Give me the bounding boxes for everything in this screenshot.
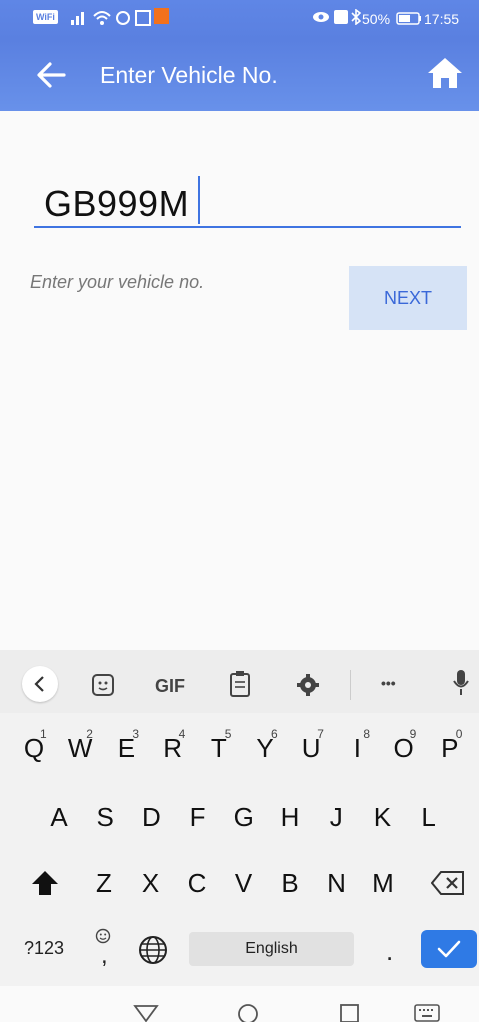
battery-percent: 50% bbox=[362, 11, 391, 27]
key-f[interactable]: F bbox=[178, 802, 218, 833]
key-b[interactable]: B bbox=[270, 868, 310, 899]
input-hint: Enter your vehicle no. bbox=[30, 272, 205, 292]
key-r[interactable]: R bbox=[153, 733, 193, 764]
battery-icon bbox=[396, 12, 421, 25]
key-e[interactable]: E bbox=[106, 733, 146, 764]
gear-icon[interactable] bbox=[296, 673, 320, 697]
toolbar-divider bbox=[350, 670, 351, 700]
key-j[interactable]: J bbox=[316, 802, 356, 833]
key-t[interactable]: T bbox=[199, 733, 239, 764]
chevron-left-icon[interactable] bbox=[22, 666, 58, 702]
app-notification-icon bbox=[154, 8, 169, 24]
more-options-button[interactable]: ••• bbox=[381, 675, 396, 691]
home-icon[interactable] bbox=[426, 56, 464, 90]
key-hint-number: 4 bbox=[178, 727, 186, 741]
key-hint-number: 9 bbox=[409, 727, 417, 741]
key-hint-number: 7 bbox=[317, 727, 324, 741]
key-u[interactable]: U bbox=[291, 733, 331, 764]
eye-icon bbox=[313, 12, 329, 22]
period-key[interactable]: . bbox=[386, 936, 393, 967]
vehicle-number-input[interactable]: GB999M bbox=[44, 183, 189, 225]
key-hint-number: 0 bbox=[455, 727, 463, 741]
key-i[interactable]: I bbox=[337, 733, 377, 764]
bluetooth-icon bbox=[351, 9, 361, 25]
backspace-icon[interactable] bbox=[431, 870, 465, 896]
key-hint-number: 5 bbox=[224, 727, 232, 741]
key-x[interactable]: X bbox=[131, 868, 171, 899]
key-hint-number: 2 bbox=[86, 727, 93, 741]
next-button[interactable]: NEXT bbox=[349, 266, 467, 330]
gif-button[interactable]: GIF bbox=[155, 676, 185, 697]
key-q[interactable]: Q bbox=[14, 733, 54, 764]
wifi-badge: WiFi bbox=[33, 10, 58, 24]
key-p[interactable]: P bbox=[430, 733, 470, 764]
key-s[interactable]: S bbox=[85, 802, 125, 833]
input-underline bbox=[34, 226, 461, 228]
text-cursor bbox=[198, 176, 200, 224]
wifi-icon bbox=[93, 11, 111, 25]
nav-back-icon[interactable] bbox=[133, 1004, 159, 1022]
check-icon bbox=[437, 940, 461, 958]
sync-icon bbox=[116, 11, 130, 25]
key-c[interactable]: C bbox=[177, 868, 217, 899]
key-o[interactable]: O bbox=[384, 733, 424, 764]
mic-icon[interactable] bbox=[451, 668, 471, 698]
space-key[interactable]: English bbox=[189, 932, 354, 966]
key-d[interactable]: D bbox=[131, 802, 171, 833]
key-hint-number: 6 bbox=[271, 727, 278, 741]
nav-recent-icon[interactable] bbox=[339, 1003, 361, 1022]
key-hint-number: 3 bbox=[132, 727, 140, 741]
key-k[interactable]: K bbox=[362, 802, 402, 833]
page-title: Enter Vehicle No. bbox=[100, 62, 278, 88]
key-z[interactable]: Z bbox=[84, 868, 124, 899]
key-hint-number: 8 bbox=[363, 727, 371, 741]
nav-keyboard-icon[interactable] bbox=[413, 1003, 441, 1022]
notification-icon bbox=[135, 10, 151, 26]
key-a[interactable]: A bbox=[39, 802, 79, 833]
nfc-icon bbox=[334, 10, 348, 24]
key-v[interactable]: V bbox=[224, 868, 264, 899]
globe-icon[interactable] bbox=[137, 934, 169, 966]
back-arrow-icon[interactable] bbox=[34, 60, 68, 90]
key-m[interactable]: M bbox=[363, 868, 403, 899]
key-h[interactable]: H bbox=[270, 802, 310, 833]
key-hint-number: 1 bbox=[40, 727, 47, 741]
key-w[interactable]: W bbox=[60, 733, 100, 764]
signal-icon bbox=[71, 12, 84, 25]
key-y[interactable]: Y bbox=[245, 733, 285, 764]
status-bar: WiFi 50% 17:55 bbox=[0, 0, 479, 40]
key-g[interactable]: G bbox=[224, 802, 264, 833]
enter-key[interactable] bbox=[421, 930, 477, 968]
key-l[interactable]: L bbox=[409, 802, 449, 833]
clipboard-icon[interactable] bbox=[229, 670, 251, 698]
shift-icon[interactable] bbox=[30, 868, 60, 898]
sticker-icon[interactable] bbox=[90, 672, 116, 698]
nav-home-icon[interactable] bbox=[236, 1002, 260, 1022]
symbols-key[interactable]: ?123 bbox=[24, 938, 64, 959]
comma-key[interactable]: , bbox=[101, 942, 108, 970]
clock: 17:55 bbox=[424, 11, 460, 27]
key-n[interactable]: N bbox=[317, 868, 357, 899]
